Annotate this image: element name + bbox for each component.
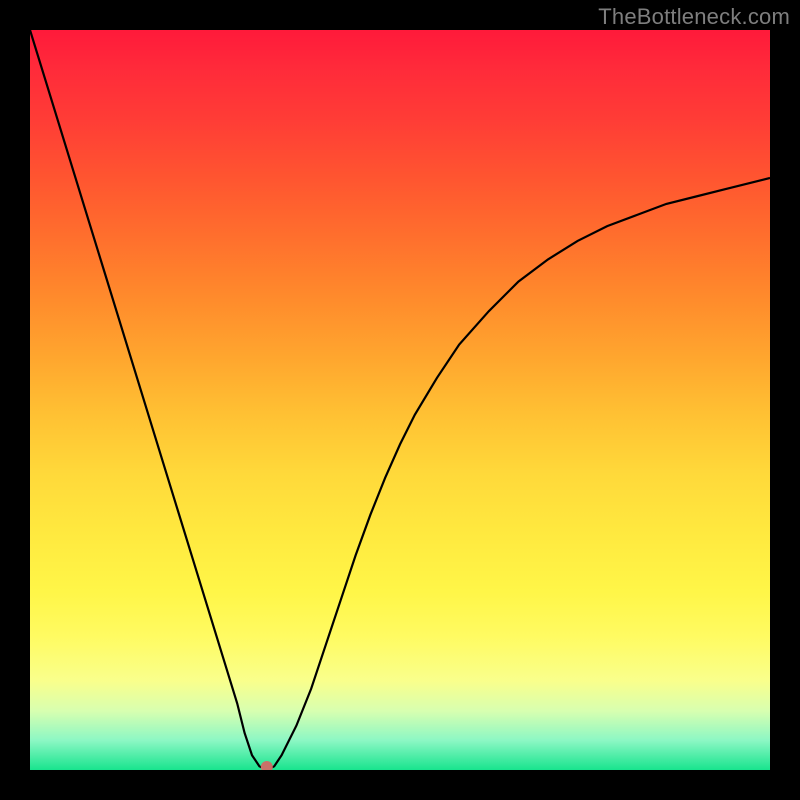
curve-svg (30, 30, 770, 770)
chart-frame: TheBottleneck.com (0, 0, 800, 800)
optimum-dot (261, 761, 273, 770)
plot-area (30, 30, 770, 770)
watermark-text: TheBottleneck.com (598, 4, 790, 30)
bottleneck-curve (30, 30, 770, 770)
